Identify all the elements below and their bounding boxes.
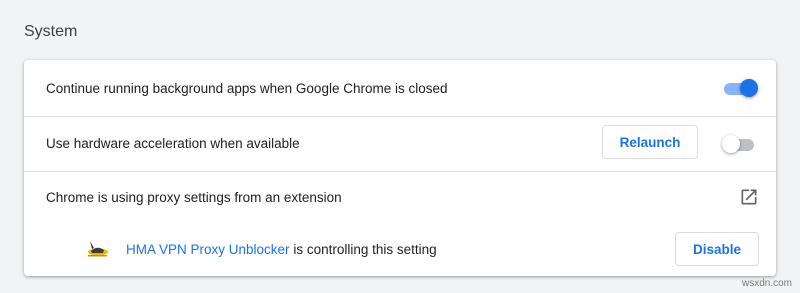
extension-name-link[interactable]: HMA VPN Proxy Unblocker <box>126 242 290 257</box>
extension-control-text: HMA VPN Proxy Unblocker is controlling t… <box>126 242 437 257</box>
hma-donkey-icon <box>88 241 108 257</box>
watermark: wsxdn.com <box>741 278 792 289</box>
hardware-acceleration-label: Use hardware acceleration when available <box>46 136 300 151</box>
proxy-settings-label: Chrome is using proxy settings from an e… <box>46 189 342 205</box>
background-apps-label: Continue running background apps when Go… <box>46 80 448 96</box>
toggle-knob <box>722 135 740 153</box>
background-apps-row[interactable]: Continue running background apps when Go… <box>24 60 776 117</box>
hardware-acceleration-toggle[interactable] <box>722 134 756 154</box>
open-in-new-icon[interactable] <box>739 187 759 207</box>
extension-control-row: HMA VPN Proxy Unblocker is controlling t… <box>24 223 776 276</box>
relaunch-button[interactable]: Relaunch <box>602 125 698 159</box>
extension-control-suffix: is controlling this setting <box>289 242 437 257</box>
system-settings-card: Continue running background apps when Go… <box>24 60 776 276</box>
background-apps-toggle[interactable] <box>722 78 758 98</box>
hardware-acceleration-row: Use hardware acceleration when available… <box>24 116 776 172</box>
toggle-knob <box>740 79 758 97</box>
section-title: System <box>24 23 78 40</box>
proxy-settings-row[interactable]: Chrome is using proxy settings from an e… <box>24 171 776 223</box>
disable-extension-button[interactable]: Disable <box>675 232 759 266</box>
